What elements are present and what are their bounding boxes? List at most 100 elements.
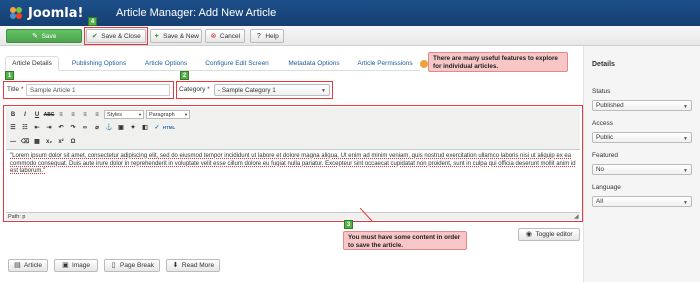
page-break-button[interactable]: ▯ Page Break [104, 259, 160, 272]
callout-arrow-icon [360, 208, 373, 222]
callout-content: You must have some content in order to s… [343, 231, 467, 250]
redo-icon[interactable]: ↷ [68, 123, 78, 133]
italic-icon[interactable]: I [20, 110, 30, 120]
toggle-editor-button[interactable]: ◉ Toggle editor [518, 228, 580, 241]
featured-label: Featured [592, 152, 619, 159]
article-button[interactable]: ▤ Article [8, 259, 48, 272]
save-new-button[interactable]: + Save & New [150, 29, 202, 43]
joomla-logo: Joomla! [8, 4, 83, 22]
access-label: Access [592, 120, 613, 127]
cancel-label: Cancel [219, 32, 241, 40]
callout-pointer-icon [420, 60, 428, 68]
marker-1: 1 [5, 71, 14, 80]
chevron-down-icon: ▼ [683, 104, 688, 110]
chevron-down-icon: ▼ [184, 112, 188, 117]
header-bar: Joomla! Article Manager: Add New Article [0, 0, 700, 26]
category-label-text: Category [179, 86, 206, 93]
title-input[interactable]: Sample Article 1 [26, 84, 170, 96]
tab-metadata-options[interactable]: Metadata Options [281, 56, 347, 71]
cleanup-icon[interactable]: ✦ [128, 123, 138, 133]
tab-configure-edit-screen[interactable]: Configure Edit Screen [199, 56, 275, 71]
chevron-down-icon: ▼ [683, 200, 688, 206]
save-label: Save [41, 32, 57, 40]
language-label: Language [592, 184, 621, 191]
category-select[interactable]: - Sample Category 1 ▼ [214, 84, 330, 96]
marker-2: 2 [180, 71, 189, 80]
anchor-icon[interactable]: ⚓ [104, 123, 114, 133]
help-button[interactable]: ? Help [250, 29, 284, 43]
outdent-icon[interactable]: ⇤ [32, 123, 42, 133]
visual-aid-icon[interactable]: ▦ [32, 137, 42, 147]
chevron-down-icon: ▼ [683, 168, 688, 174]
page-break-icon: ▯ [111, 262, 116, 269]
align-right-icon[interactable]: ≡ [80, 110, 90, 120]
undo-icon[interactable]: ↶ [56, 123, 66, 133]
link-icon[interactable]: ∞ [80, 123, 90, 133]
featured-value: No [596, 166, 605, 173]
styles-select[interactable]: Styles ▼ [104, 110, 144, 119]
tab-article-options[interactable]: Article Options [137, 56, 195, 71]
read-more-label: Read More [181, 262, 215, 269]
tab-bar: Article Details Publishing Options Artic… [5, 56, 420, 71]
save-button[interactable]: ✎ Save [6, 29, 82, 43]
joomla-logo-icon [10, 7, 22, 19]
required-mark: * [20, 86, 24, 93]
tab-publishing-options[interactable]: Publishing Options [63, 56, 135, 71]
title-label-text: Title [7, 86, 20, 93]
styles-label: Styles [107, 111, 122, 118]
page-title: Article Manager: Add New Article [116, 7, 277, 19]
unlink-icon[interactable]: ⌀ [92, 123, 102, 133]
chevron-down-icon: ▼ [321, 88, 326, 94]
cancel-button[interactable]: ⊗ Cancel [205, 29, 245, 43]
bold-icon[interactable]: B [8, 110, 18, 120]
arrow-down-icon: ⬇ [172, 262, 179, 269]
align-left-icon[interactable]: ≡ [56, 110, 66, 120]
tab-article-details[interactable]: Article Details [5, 56, 59, 71]
html-icon[interactable]: HTML [163, 123, 176, 133]
format-label: Paragraph [149, 111, 175, 118]
category-value: - Sample Category 1 [218, 86, 276, 94]
code-icon[interactable]: ◧ [140, 123, 150, 133]
access-select[interactable]: Public ▼ [592, 132, 692, 143]
toggle-editor-label: Toggle editor [535, 231, 573, 238]
superscript-icon[interactable]: x² [56, 137, 66, 147]
marker-4: 4 [88, 17, 97, 26]
picture-icon: ▣ [62, 262, 69, 269]
remove-format-icon[interactable]: ⌫ [20, 137, 30, 147]
status-label: Status [592, 88, 611, 95]
read-more-button[interactable]: ⬇ Read More [166, 259, 220, 272]
chevron-down-icon: ▼ [683, 136, 688, 142]
sidebar-title: Details [592, 61, 615, 68]
align-justify-icon[interactable]: ≡ [92, 110, 102, 120]
indent-icon[interactable]: ⇥ [44, 123, 54, 133]
numbered-list-icon[interactable]: ☷ [20, 123, 30, 133]
editor-path: Path: p [6, 212, 580, 220]
language-select[interactable]: All ▼ [592, 196, 692, 207]
edit-icon: ✎ [32, 32, 39, 40]
tab-article-permissions[interactable]: Article Permissions [351, 56, 419, 71]
format-select[interactable]: Paragraph ▼ [146, 110, 190, 119]
subscript-icon[interactable]: x₂ [44, 137, 54, 147]
access-value: Public [596, 134, 614, 141]
editor-text: "Lorem ipsum dolor sit amet, consectetur… [10, 153, 576, 174]
help-label: Help [265, 32, 279, 40]
featured-select[interactable]: No ▼ [592, 164, 692, 175]
strikethrough-icon[interactable]: ABC [44, 110, 55, 120]
align-center-icon[interactable]: ≡ [68, 110, 78, 120]
image-icon[interactable]: ▣ [116, 123, 126, 133]
special-character-icon[interactable]: Ω [68, 137, 78, 147]
editor-toolbar-row-3: — ⌫ ▦ x₂ x² Ω [8, 136, 78, 147]
article-label: Article [23, 262, 43, 269]
resize-handle-icon[interactable]: ◢ [574, 213, 579, 220]
status-value: Published [596, 102, 624, 109]
save-new-label: Save & New [163, 32, 199, 40]
editor-toolbar-row-1: B I U ABC ≡ ≡ ≡ ≡ Styles ▼ Paragraph ▼ [8, 109, 190, 120]
bullet-list-icon[interactable]: ☰ [8, 123, 18, 133]
image-button[interactable]: ▣ Image [54, 259, 98, 272]
editor-content[interactable]: "Lorem ipsum dolor sit amet, consectetur… [6, 151, 580, 211]
status-select[interactable]: Published ▼ [592, 100, 692, 111]
spellcheck-icon[interactable]: ✓ [152, 123, 162, 133]
highlight-save-close [84, 27, 148, 45]
horizontal-rule-icon[interactable]: — [8, 137, 18, 147]
underline-icon[interactable]: U [32, 110, 42, 120]
